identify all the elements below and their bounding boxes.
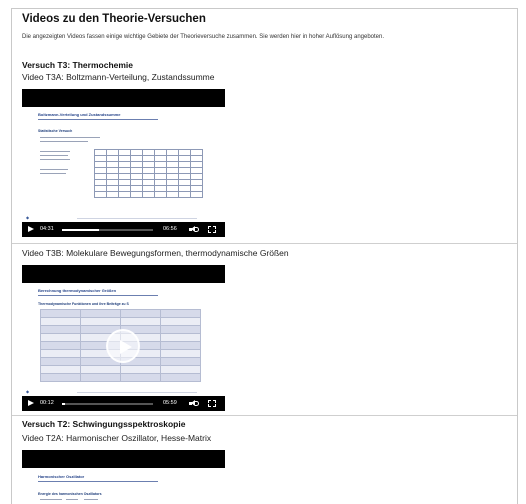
volume-icon[interactable]: [189, 226, 199, 233]
slide-divider: [38, 119, 158, 120]
section-heading-t3: Versuch T3: Thermochemie: [22, 60, 134, 70]
slide-footer: [77, 392, 197, 393]
slide-table: [94, 149, 203, 198]
fullscreen-icon[interactable]: [208, 400, 216, 407]
video-player-t3b[interactable]: Berechnung thermodynamischer Größen Ther…: [22, 265, 225, 411]
slide-text-line: [40, 159, 70, 160]
player-controls: 00:12 05:59: [22, 396, 225, 411]
video-frame[interactable]: Berechnung thermodynamischer Größen Ther…: [22, 283, 225, 396]
content-frame: Videos zu den Theorie-Versuchen Die ange…: [11, 8, 518, 504]
video-frame[interactable]: Boltzmann-Verteilung und Zustandssumme S…: [22, 107, 225, 222]
slide-title: Berechnung thermodynamischer Größen: [38, 288, 117, 293]
video-title-t3b: Video T3B: Molekulare Bewegungsformen, t…: [22, 248, 289, 258]
slide-subtitle: Thermodynamische Funktionen und ihre Bei…: [38, 302, 129, 306]
video-title-t3a: Video T3A: Boltzmann-Verteilung, Zustand…: [22, 72, 215, 82]
video-player-t2a[interactable]: Harmonischer Oszillator Energie des harm…: [22, 450, 225, 504]
section-heading-t2: Versuch T2: Schwingungsspektroskopie: [22, 419, 186, 429]
time-total: 05:59: [163, 400, 177, 406]
slide-subtitle: Statistische Versuch: [38, 129, 73, 133]
slide-text-line: [40, 173, 66, 174]
player-controls: 04:31 06:56: [22, 222, 225, 237]
play-icon[interactable]: [28, 226, 34, 232]
slide-text-line: [40, 137, 100, 138]
divider: [12, 415, 517, 416]
slide-text-line: [66, 499, 78, 500]
player-topbar: [22, 89, 225, 107]
slide-text-line: [40, 499, 62, 500]
big-play-icon[interactable]: [106, 329, 140, 363]
volume-icon[interactable]: [189, 400, 199, 407]
slide-text-line: [40, 155, 68, 156]
seek-bar[interactable]: [62, 229, 153, 231]
player-topbar: [22, 265, 225, 283]
divider: [12, 243, 517, 244]
slide-title: Boltzmann-Verteilung und Zustandssumme: [38, 112, 121, 117]
seek-bar[interactable]: [62, 403, 153, 405]
slide-text-line: [40, 169, 68, 170]
slide-text-line: [84, 499, 98, 500]
video-title-t2a: Video T2A: Harmonischer Oszillator, Hess…: [22, 433, 212, 443]
time-total: 06:56: [163, 226, 177, 232]
fullscreen-icon[interactable]: [208, 226, 216, 233]
seek-bar-progress: [62, 229, 100, 231]
seek-bar-progress: [62, 403, 65, 405]
slide-subtitle: Energie des harmonischen Oszillators: [38, 492, 102, 496]
video-player-t3a[interactable]: Boltzmann-Verteilung und Zustandssumme S…: [22, 89, 225, 237]
slide-divider: [38, 295, 158, 296]
player-topbar: [22, 450, 225, 468]
slide-text-line: [40, 141, 88, 142]
time-current: 00:12: [40, 400, 54, 406]
slide-divider: [38, 481, 158, 482]
slide-footer: [77, 218, 197, 219]
page-title: Videos zu den Theorie-Versuchen: [22, 13, 206, 25]
slide-text-line: [40, 151, 70, 152]
slide-title: Harmonischer Oszillator: [38, 474, 85, 479]
time-current: 04:31: [40, 226, 54, 232]
slide-logo: ◆: [26, 389, 30, 394]
intro-text: Die angezeigten Videos fassen einige wic…: [22, 34, 385, 40]
slide-logo: ◆: [26, 215, 30, 220]
video-frame[interactable]: Harmonischer Oszillator Energie des harm…: [22, 468, 225, 504]
play-icon[interactable]: [28, 400, 34, 406]
